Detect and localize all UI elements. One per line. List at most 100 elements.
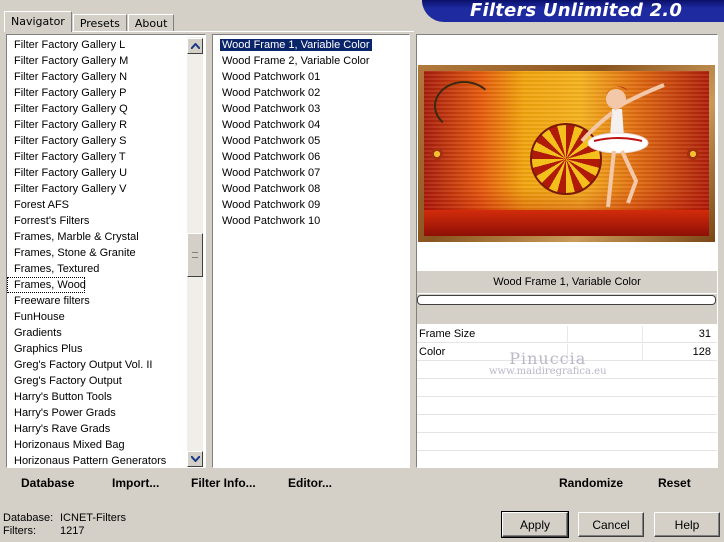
category-item[interactable]: Horizonaus Mixed Bag (7, 437, 187, 453)
filter-item[interactable]: Wood Patchwork 02 (213, 85, 372, 101)
param-row-empty (417, 434, 717, 451)
param-label: Color (419, 346, 446, 358)
reset-button[interactable]: Reset (658, 469, 691, 497)
scroll-thumb[interactable] (187, 233, 203, 277)
cancel-button[interactable]: Cancel (578, 512, 644, 537)
category-scrollbar[interactable] (187, 37, 203, 467)
database-value: ICNET-Filters (60, 512, 126, 524)
app-banner: Filters Unlimited 2.0 (422, 0, 724, 22)
category-item[interactable]: FunHouse (7, 309, 187, 325)
category-item[interactable]: Filter Factory Gallery P (7, 85, 187, 101)
ballerina-illustration (580, 83, 665, 208)
filter-item[interactable]: Wood Patchwork 05 (213, 133, 372, 149)
tab-strip: Navigator Presets About (4, 10, 175, 32)
import-button[interactable]: Import... (112, 469, 159, 497)
category-item[interactable]: Forest AFS (7, 197, 187, 213)
preview-filter-name: Wood Frame 1, Variable Color (417, 271, 717, 293)
category-item[interactable]: Graphics Plus (7, 341, 187, 357)
category-item[interactable]: Greg's Factory Output Vol. II (7, 357, 187, 373)
filter-item-label: Wood Patchwork 05 (222, 135, 321, 147)
left-toolbar: Database Import... Filter Info... Editor… (6, 469, 410, 497)
filter-item[interactable]: Wood Patchwork 04 (213, 117, 372, 133)
filter-item-label: Wood Frame 2, Variable Color (222, 55, 370, 67)
category-item[interactable]: Forrest's Filters (7, 213, 187, 229)
filter-item-label: Wood Patchwork 09 (222, 199, 321, 211)
help-button[interactable]: Help (654, 512, 720, 537)
randomize-button[interactable]: Randomize (559, 469, 623, 497)
category-item[interactable]: Filter Factory Gallery L (7, 37, 187, 53)
watermark: Pinuccia www.maidiregrafica.eu (489, 349, 607, 377)
slider-track[interactable] (493, 326, 677, 342)
filter-item-label: Wood Patchwork 02 (222, 87, 321, 99)
preview-image (424, 71, 709, 236)
category-item[interactable]: Harry's Button Tools (7, 389, 187, 405)
right-toolbar: Randomize Reset (416, 469, 718, 497)
filter-item[interactable]: Wood Patchwork 10 (213, 213, 372, 229)
tab-presets[interactable]: Presets (72, 14, 127, 32)
filters-count: 1217 (60, 525, 85, 537)
category-item[interactable]: Horizonaus Pattern Generators (7, 453, 187, 467)
category-item[interactable]: Greg's Factory Output (7, 373, 187, 389)
filter-item[interactable]: Wood Frame 1, Variable Color (213, 37, 373, 53)
category-item[interactable]: Filter Factory Gallery M (7, 53, 187, 69)
param-row-empty (417, 380, 717, 397)
filter-item[interactable]: Wood Patchwork 09 (213, 197, 372, 213)
filter-item-label: Wood Patchwork 01 (222, 71, 321, 83)
category-item[interactable]: Frames, Wood (7, 277, 86, 293)
category-item[interactable]: Filter Factory Gallery S (7, 133, 187, 149)
filter-list-panel: Wood Frame 1, Variable Color Wood Frame 2… (212, 34, 410, 468)
database-label: Database: (3, 512, 54, 524)
filters-label: Filters: (3, 525, 36, 537)
category-item[interactable]: Frames, Stone & Granite (7, 245, 187, 261)
param-row-empty (417, 452, 717, 469)
category-item[interactable]: Filter Factory Gallery Q (7, 101, 187, 117)
filter-item-label: Wood Patchwork 07 (222, 167, 321, 179)
filter-item[interactable]: Wood Patchwork 01 (213, 69, 372, 85)
param-label: Frame Size (419, 328, 476, 340)
category-item[interactable]: Harry's Power Grads (7, 405, 187, 421)
param-value: 31 (698, 328, 711, 340)
filter-item[interactable]: Wood Patchwork 07 (213, 165, 372, 181)
watermark-url: www.maidiregrafica.eu (489, 366, 607, 377)
filter-item-label: Wood Patchwork 08 (222, 183, 321, 195)
progress-bar (417, 294, 717, 306)
filter-item-label: Wood Patchwork 10 (222, 215, 321, 227)
chevron-up-icon (190, 43, 200, 49)
category-item[interactable]: Filter Factory Gallery U (7, 165, 187, 181)
tab-about[interactable]: About (127, 14, 175, 32)
category-item[interactable]: Frames, Marble & Crystal (7, 229, 187, 245)
tab-navigator[interactable]: Navigator (4, 11, 72, 32)
app-title: Filters Unlimited 2.0 (470, 0, 683, 21)
filter-item[interactable]: Wood Frame 2, Variable Color (213, 53, 372, 69)
chevron-down-icon (190, 456, 200, 462)
flower-ornament (430, 147, 444, 161)
category-item[interactable]: Filter Factory Gallery R (7, 117, 187, 133)
filter-info-button[interactable]: Filter Info... (191, 469, 256, 497)
filter-item-label: Wood Patchwork 06 (222, 151, 321, 163)
flower-ornament (686, 147, 700, 161)
editor-button[interactable]: Editor... (288, 469, 332, 497)
apply-button[interactable]: Apply (501, 511, 569, 538)
filter-item[interactable]: Wood Patchwork 08 (213, 181, 372, 197)
param-row-frame-size[interactable]: Frame Size 31 (417, 326, 717, 343)
category-item[interactable]: Frames, Textured (7, 261, 187, 277)
category-list: Filter Factory Gallery L Filter Factory G… (7, 37, 187, 467)
category-item[interactable]: Filter Factory Gallery N (7, 69, 187, 85)
swirl-ornament (434, 81, 494, 131)
scroll-up-button[interactable] (187, 38, 203, 54)
category-item[interactable]: Freeware filters (7, 293, 187, 309)
param-value: 128 (692, 346, 711, 358)
database-button[interactable]: Database (21, 469, 74, 497)
filter-item[interactable]: Wood Patchwork 03 (213, 101, 372, 117)
category-item[interactable]: Filter Factory Gallery T (7, 149, 187, 165)
scroll-down-button[interactable] (187, 451, 203, 467)
param-row-empty (417, 398, 717, 415)
filter-item-label: Wood Patchwork 04 (222, 119, 321, 131)
category-item[interactable]: Filter Factory Gallery V (7, 181, 187, 197)
filter-item[interactable]: Wood Patchwork 06 (213, 149, 372, 165)
category-item[interactable]: Gradients (7, 325, 187, 341)
param-row-empty (417, 416, 717, 433)
category-item[interactable]: Harry's Rave Grads (7, 421, 187, 437)
grip-icon (192, 252, 198, 258)
category-list-panel: Filter Factory Gallery L Filter Factory G… (6, 34, 206, 468)
